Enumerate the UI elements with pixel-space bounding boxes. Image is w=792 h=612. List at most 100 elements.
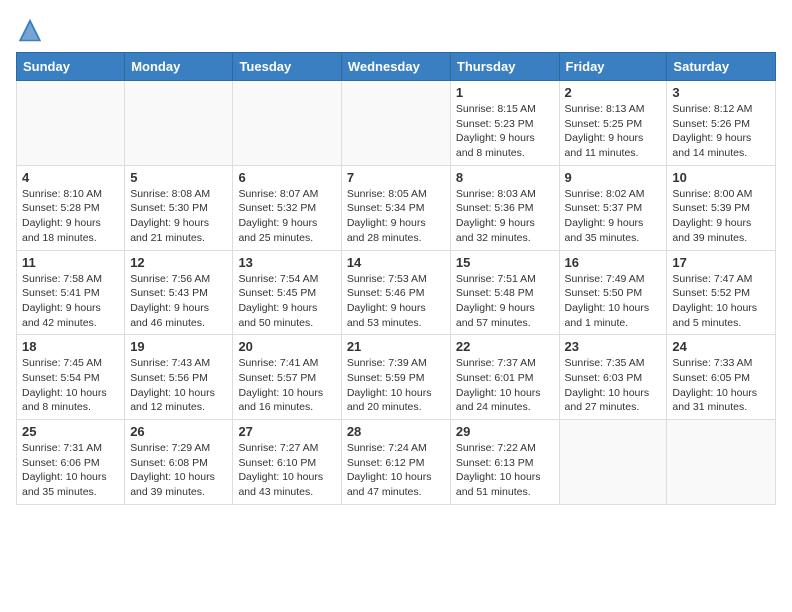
calendar-cell <box>559 420 667 505</box>
day-info: Sunrise: 7:27 AM Sunset: 6:10 PM Dayligh… <box>238 441 335 500</box>
calendar-week-row: 18Sunrise: 7:45 AM Sunset: 5:54 PM Dayli… <box>17 335 776 420</box>
day-info: Sunrise: 7:31 AM Sunset: 6:06 PM Dayligh… <box>22 441 119 500</box>
day-info: Sunrise: 7:56 AM Sunset: 5:43 PM Dayligh… <box>130 272 227 331</box>
day-info: Sunrise: 7:37 AM Sunset: 6:01 PM Dayligh… <box>456 356 554 415</box>
calendar-cell: 3Sunrise: 8:12 AM Sunset: 5:26 PM Daylig… <box>667 81 776 166</box>
calendar-cell <box>233 81 341 166</box>
day-info: Sunrise: 7:41 AM Sunset: 5:57 PM Dayligh… <box>238 356 335 415</box>
calendar-cell: 8 Sunrise: 8:03 AM Sunset: 5:36 PM Daylig… <box>450 165 559 250</box>
day-number: 29 <box>456 424 554 439</box>
logo <box>16 16 48 44</box>
day-number: 24 <box>672 339 770 354</box>
calendar-cell: 17 Sunrise: 7:47 AM Sunset: 5:52 PM Dayli… <box>667 250 776 335</box>
day-info: Sunrise: 7:54 AM Sunset: 5:45 PM Dayligh… <box>238 272 335 331</box>
day-number: 23 <box>565 339 662 354</box>
calendar-cell: 20 Sunrise: 7:41 AM Sunset: 5:57 PM Dayli… <box>233 335 341 420</box>
day-number: 8 <box>456 170 554 185</box>
day-number: 10 <box>672 170 770 185</box>
calendar-cell: 16Sunrise: 7:49 AM Sunset: 5:50 PM Dayli… <box>559 250 667 335</box>
calendar-header-thursday: Thursday <box>450 53 559 81</box>
calendar-week-row: 4 Sunrise: 8:10 AM Sunset: 5:28 PM Daylig… <box>17 165 776 250</box>
day-number: 13 <box>238 255 335 270</box>
day-info: Sunrise: 8:08 AM Sunset: 5:30 PM Dayligh… <box>130 187 227 246</box>
day-number: 25 <box>22 424 119 439</box>
day-number: 12 <box>130 255 227 270</box>
day-number: 7 <box>347 170 445 185</box>
calendar-cell: 28 Sunrise: 7:24 AM Sunset: 6:12 PM Dayli… <box>341 420 450 505</box>
calendar-cell: 15 Sunrise: 7:51 AM Sunset: 5:48 PM Dayli… <box>450 250 559 335</box>
day-number: 26 <box>130 424 227 439</box>
day-info: Sunrise: 7:29 AM Sunset: 6:08 PM Dayligh… <box>130 441 227 500</box>
day-number: 22 <box>456 339 554 354</box>
calendar-header-row: SundayMondayTuesdayWednesdayThursdayFrid… <box>17 53 776 81</box>
calendar-cell: 5 Sunrise: 8:08 AM Sunset: 5:30 PM Daylig… <box>125 165 233 250</box>
header <box>16 16 776 44</box>
calendar-header-saturday: Saturday <box>667 53 776 81</box>
calendar-cell: 25 Sunrise: 7:31 AM Sunset: 6:06 PM Dayli… <box>17 420 125 505</box>
day-info: Sunrise: 8:03 AM Sunset: 5:36 PM Dayligh… <box>456 187 554 246</box>
calendar-cell: 23 Sunrise: 7:35 AM Sunset: 6:03 PM Dayli… <box>559 335 667 420</box>
day-info: Sunrise: 8:12 AM Sunset: 5:26 PM Dayligh… <box>672 102 770 161</box>
day-info: Sunrise: 8:10 AM Sunset: 5:28 PM Dayligh… <box>22 187 119 246</box>
day-info: Sunrise: 7:43 AM Sunset: 5:56 PM Dayligh… <box>130 356 227 415</box>
calendar-cell: 19 Sunrise: 7:43 AM Sunset: 5:56 PM Dayli… <box>125 335 233 420</box>
day-number: 11 <box>22 255 119 270</box>
day-number: 1 <box>456 85 554 100</box>
calendar-cell: 10 Sunrise: 8:00 AM Sunset: 5:39 PM Dayli… <box>667 165 776 250</box>
calendar-header-friday: Friday <box>559 53 667 81</box>
calendar-cell <box>17 81 125 166</box>
calendar-cell: 27 Sunrise: 7:27 AM Sunset: 6:10 PM Dayli… <box>233 420 341 505</box>
day-info: Sunrise: 8:02 AM Sunset: 5:37 PM Dayligh… <box>565 187 662 246</box>
calendar-cell: 18Sunrise: 7:45 AM Sunset: 5:54 PM Dayli… <box>17 335 125 420</box>
day-info: Sunrise: 7:49 AM Sunset: 5:50 PM Dayligh… <box>565 272 662 331</box>
calendar-cell: 29 Sunrise: 7:22 AM Sunset: 6:13 PM Dayli… <box>450 420 559 505</box>
calendar-header-sunday: Sunday <box>17 53 125 81</box>
day-info: Sunrise: 7:22 AM Sunset: 6:13 PM Dayligh… <box>456 441 554 500</box>
day-info: Sunrise: 7:58 AM Sunset: 5:41 PM Dayligh… <box>22 272 119 331</box>
calendar-cell: 6 Sunrise: 8:07 AM Sunset: 5:32 PM Daylig… <box>233 165 341 250</box>
day-number: 15 <box>456 255 554 270</box>
day-info: Sunrise: 7:24 AM Sunset: 6:12 PM Dayligh… <box>347 441 445 500</box>
calendar-week-row: 1 Sunrise: 8:15 AM Sunset: 5:23 PM Daylig… <box>17 81 776 166</box>
day-info: Sunrise: 7:35 AM Sunset: 6:03 PM Dayligh… <box>565 356 662 415</box>
calendar-header-monday: Monday <box>125 53 233 81</box>
day-number: 20 <box>238 339 335 354</box>
day-number: 4 <box>22 170 119 185</box>
day-number: 21 <box>347 339 445 354</box>
day-info: Sunrise: 8:15 AM Sunset: 5:23 PM Dayligh… <box>456 102 554 161</box>
calendar-week-row: 25 Sunrise: 7:31 AM Sunset: 6:06 PM Dayli… <box>17 420 776 505</box>
calendar-cell <box>341 81 450 166</box>
day-number: 14 <box>347 255 445 270</box>
calendar-table: SundayMondayTuesdayWednesdayThursdayFrid… <box>16 52 776 505</box>
day-info: Sunrise: 8:00 AM Sunset: 5:39 PM Dayligh… <box>672 187 770 246</box>
calendar-cell: 9Sunrise: 8:02 AM Sunset: 5:37 PM Daylig… <box>559 165 667 250</box>
day-info: Sunrise: 7:51 AM Sunset: 5:48 PM Dayligh… <box>456 272 554 331</box>
day-number: 17 <box>672 255 770 270</box>
calendar-cell: 14 Sunrise: 7:53 AM Sunset: 5:46 PM Dayli… <box>341 250 450 335</box>
calendar-cell: 21 Sunrise: 7:39 AM Sunset: 5:59 PM Dayli… <box>341 335 450 420</box>
day-number: 5 <box>130 170 227 185</box>
logo-icon <box>16 16 44 44</box>
day-number: 19 <box>130 339 227 354</box>
day-number: 28 <box>347 424 445 439</box>
calendar-cell: 26 Sunrise: 7:29 AM Sunset: 6:08 PM Dayli… <box>125 420 233 505</box>
calendar-header-wednesday: Wednesday <box>341 53 450 81</box>
day-info: Sunrise: 7:45 AM Sunset: 5:54 PM Dayligh… <box>22 356 119 415</box>
calendar-cell: 22 Sunrise: 7:37 AM Sunset: 6:01 PM Dayli… <box>450 335 559 420</box>
calendar-cell <box>125 81 233 166</box>
calendar-cell: 12 Sunrise: 7:56 AM Sunset: 5:43 PM Dayli… <box>125 250 233 335</box>
calendar-cell: 24 Sunrise: 7:33 AM Sunset: 6:05 PM Dayli… <box>667 335 776 420</box>
day-info: Sunrise: 7:33 AM Sunset: 6:05 PM Dayligh… <box>672 356 770 415</box>
calendar-cell: 11 Sunrise: 7:58 AM Sunset: 5:41 PM Dayli… <box>17 250 125 335</box>
calendar-header-tuesday: Tuesday <box>233 53 341 81</box>
day-number: 6 <box>238 170 335 185</box>
day-info: Sunrise: 8:07 AM Sunset: 5:32 PM Dayligh… <box>238 187 335 246</box>
day-info: Sunrise: 7:53 AM Sunset: 5:46 PM Dayligh… <box>347 272 445 331</box>
day-number: 27 <box>238 424 335 439</box>
calendar-cell: 7Sunrise: 8:05 AM Sunset: 5:34 PM Daylig… <box>341 165 450 250</box>
day-info: Sunrise: 7:47 AM Sunset: 5:52 PM Dayligh… <box>672 272 770 331</box>
calendar-cell: 4 Sunrise: 8:10 AM Sunset: 5:28 PM Daylig… <box>17 165 125 250</box>
calendar-cell: 2Sunrise: 8:13 AM Sunset: 5:25 PM Daylig… <box>559 81 667 166</box>
calendar-cell: 13 Sunrise: 7:54 AM Sunset: 5:45 PM Dayli… <box>233 250 341 335</box>
day-info: Sunrise: 7:39 AM Sunset: 5:59 PM Dayligh… <box>347 356 445 415</box>
